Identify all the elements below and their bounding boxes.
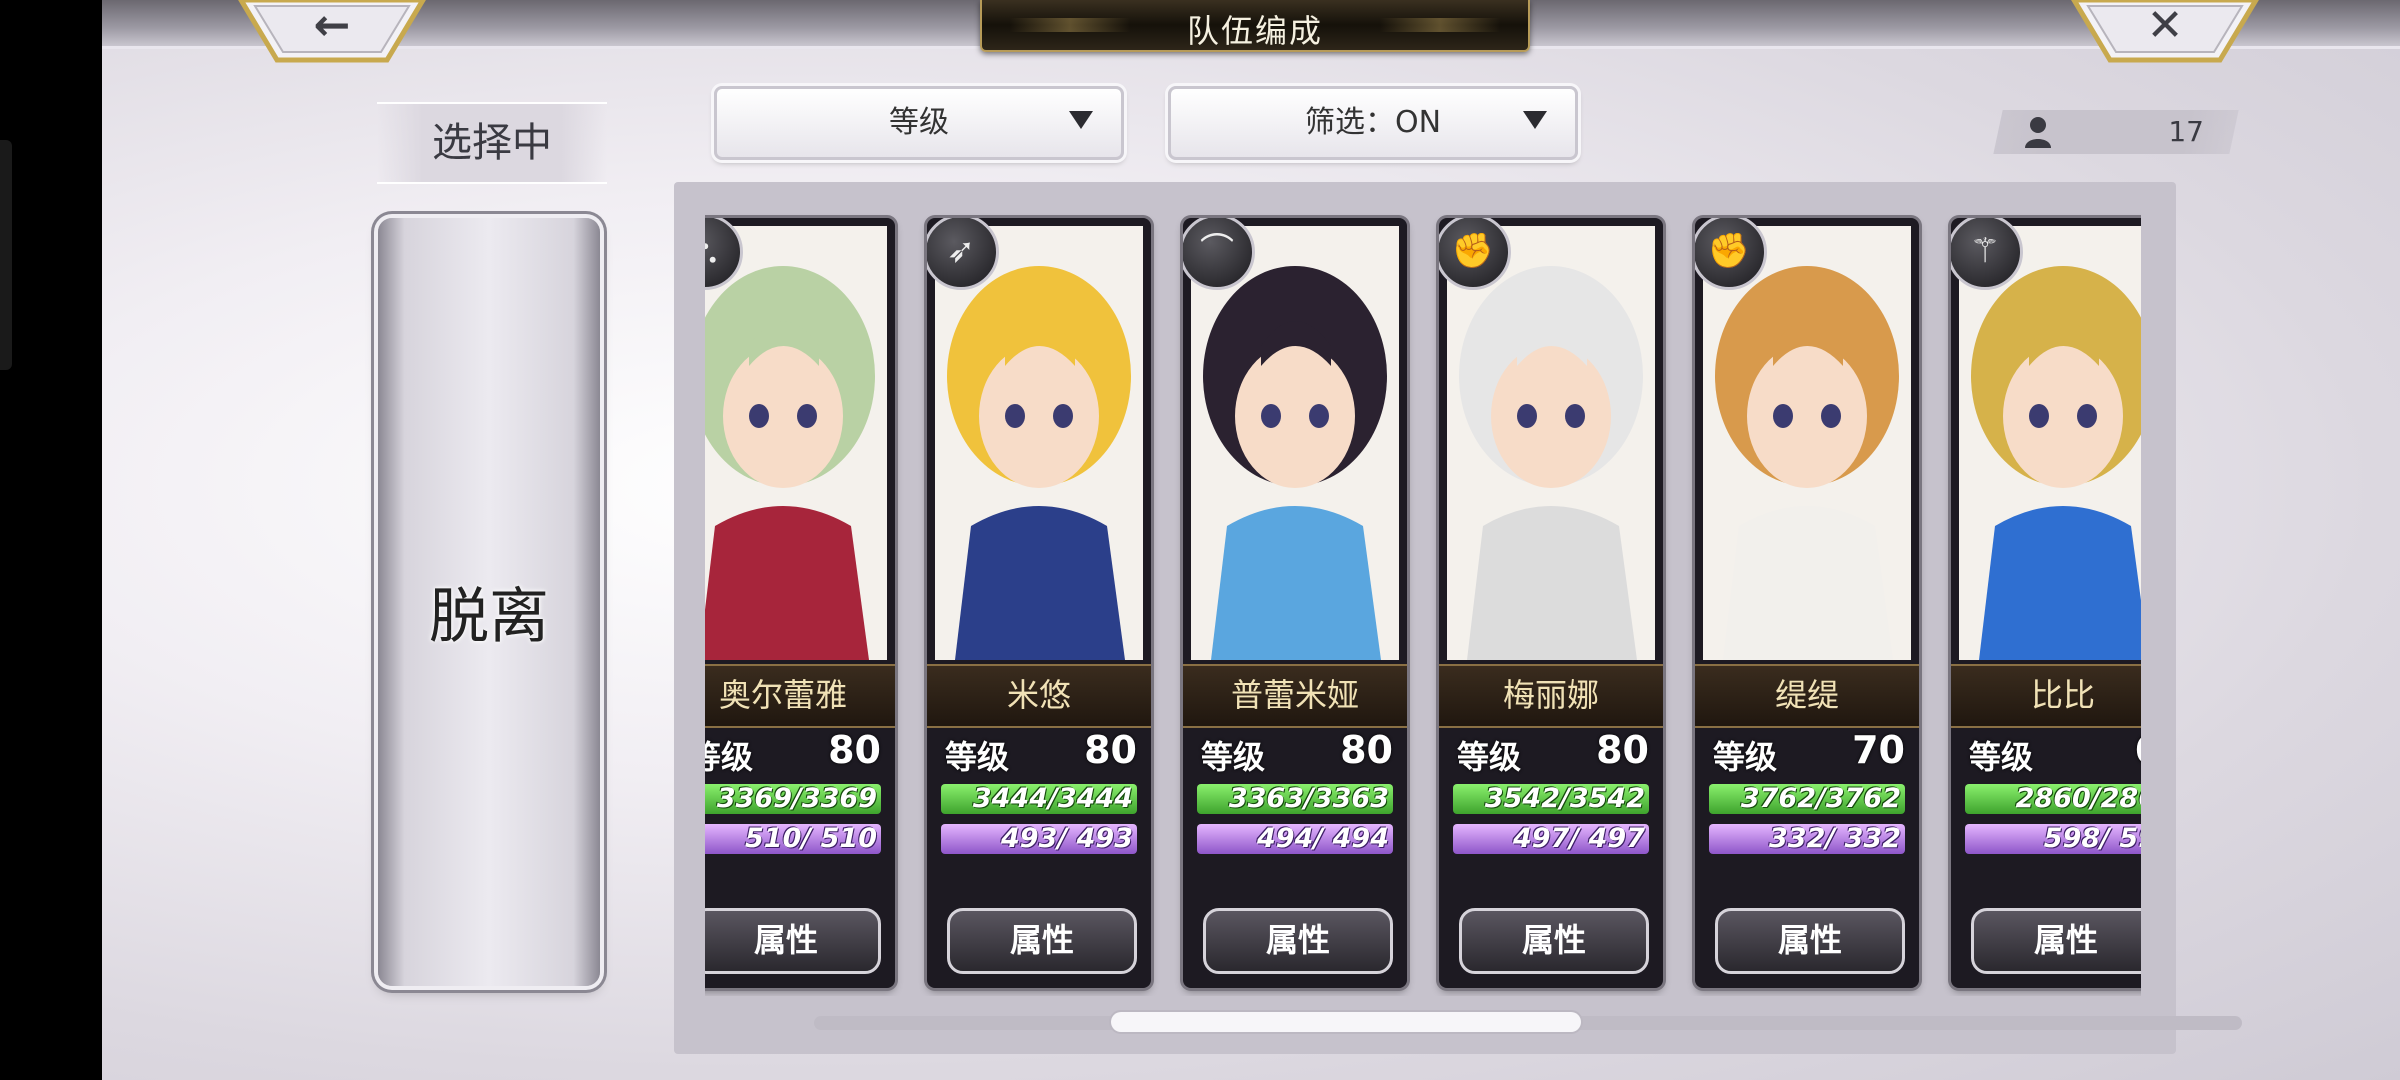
- character-portrait: [935, 226, 1143, 660]
- hp-bar: 3542/3542: [1453, 784, 1649, 814]
- person-icon: [2025, 117, 2051, 148]
- level-label: 等级: [1457, 738, 1522, 776]
- mp-bar: 494/ 494: [1197, 824, 1393, 854]
- character-portrait: [1703, 226, 1911, 660]
- level-label: 等级: [1969, 738, 2034, 776]
- selecting-label: 选择中: [377, 102, 607, 184]
- hp-bar: 3363/3363: [1197, 784, 1393, 814]
- mp-bar: 510/ 510: [705, 824, 881, 854]
- attributes-button[interactable]: 属性: [1203, 908, 1393, 974]
- character-card[interactable]: ✊ 缇缇 等级 70 3762/3762 332/ 332 属性: [1695, 218, 1919, 988]
- mp-bar: 493/ 493: [941, 824, 1137, 854]
- character-portrait: [1191, 226, 1399, 660]
- character-card[interactable]: ⛬ 奥尔蕾雅 等级 80 3369/3369 510/ 510 属性: [705, 218, 895, 988]
- party-count-badge: 17: [1993, 110, 2239, 154]
- character-name: 普蕾米娅: [1183, 664, 1407, 728]
- hp-bar: 2860/286: [1965, 784, 2141, 814]
- character-name: 缇缇: [1695, 664, 1919, 728]
- character-list-viewport[interactable]: ⛬ 奥尔蕾雅 等级 80 3369/3369 510/ 510 属性 ➶ 米悠 …: [705, 210, 2141, 996]
- mp-bar: 497/ 497: [1453, 824, 1649, 854]
- level-value: 70: [1852, 728, 1905, 772]
- leave-party-slot[interactable]: 脱离: [378, 218, 600, 986]
- level-value: 80: [1596, 728, 1649, 772]
- sort-dropdown-label: 等级: [889, 105, 949, 140]
- character-portrait: [705, 226, 887, 660]
- title-plate: 队伍编成: [980, 0, 1530, 52]
- leave-label: 脱离: [429, 582, 549, 652]
- character-name: 比比: [1951, 664, 2141, 728]
- mp-bar: 598/ 59: [1965, 824, 2141, 854]
- character-name: 梅丽娜: [1439, 664, 1663, 728]
- character-portrait: [1447, 226, 1655, 660]
- character-card[interactable]: ➶ 米悠 等级 80 3444/3444 493/ 493 属性: [927, 218, 1151, 988]
- level-value: 80: [1084, 728, 1137, 772]
- back-arrow-icon: ←: [313, 0, 351, 51]
- attributes-button[interactable]: 属性: [1971, 908, 2141, 974]
- level-label: 等级: [1713, 738, 1778, 776]
- mp-bar: 332/ 332: [1709, 824, 1905, 854]
- level-label: 等级: [945, 738, 1010, 776]
- chevron-down-icon: [1523, 111, 1547, 129]
- character-name: 奥尔蕾雅: [705, 664, 895, 728]
- back-button[interactable]: ←: [237, 0, 427, 66]
- character-name: 米悠: [927, 664, 1151, 728]
- party-formation-screen: ← 队伍编成 ✕ 选择中 脱离 等级 筛选：ON 17 奥尔蕾雅 等级 80 3…: [102, 0, 2400, 1080]
- hp-bar: 3444/3444: [941, 784, 1137, 814]
- attributes-button[interactable]: 属性: [1715, 908, 1905, 974]
- filter-dropdown[interactable]: 筛选：ON: [1168, 86, 1578, 160]
- chevron-down-icon: [1069, 111, 1093, 129]
- filter-dropdown-label: 筛选：ON: [1304, 105, 1442, 140]
- level-value: 80: [828, 728, 881, 772]
- hp-bar: 3369/3369: [705, 784, 881, 814]
- attributes-button[interactable]: 属性: [1459, 908, 1649, 974]
- character-card[interactable]: ⚚ 比比 等级 6 2860/286 598/ 59 属性: [1951, 218, 2141, 988]
- close-icon: ✕: [2146, 0, 2184, 51]
- character-card[interactable]: ✊ 梅丽娜 等级 80 3542/3542 497/ 497 属性: [1439, 218, 1663, 988]
- page-title: 队伍编成: [1186, 12, 1323, 50]
- character-card[interactable]: ⌒ 普蕾米娅 等级 80 3363/3363 494/ 494 属性: [1183, 218, 1407, 988]
- level-label: 等级: [705, 738, 754, 776]
- level-value: 80: [1340, 728, 1393, 772]
- hp-bar: 3762/3762: [1709, 784, 1905, 814]
- attributes-button[interactable]: 属性: [705, 908, 881, 974]
- level-value: 6: [2135, 728, 2141, 772]
- level-label: 等级: [1201, 738, 1266, 776]
- attributes-button[interactable]: 属性: [947, 908, 1137, 974]
- sort-dropdown[interactable]: 等级: [714, 86, 1124, 160]
- scrollbar-thumb[interactable]: [1110, 1012, 1581, 1032]
- close-button[interactable]: ✕: [2070, 0, 2260, 66]
- character-portrait: [1959, 226, 2141, 660]
- screen-edge-handle: [0, 140, 12, 370]
- party-count-value: 17: [2168, 115, 2204, 148]
